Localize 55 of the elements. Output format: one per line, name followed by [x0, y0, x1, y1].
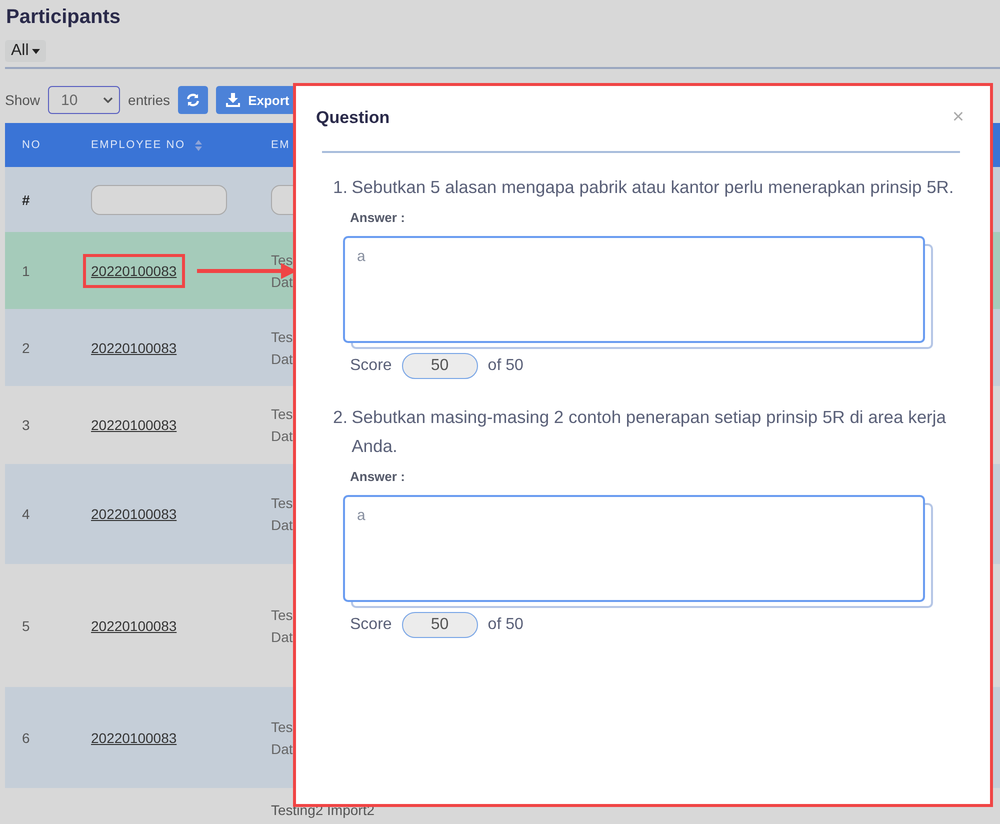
- score-max: of 50: [488, 357, 524, 375]
- answer-field[interactable]: a: [343, 495, 925, 602]
- table-cell-text: 3: [21, 417, 31, 433]
- chevron-icon: [103, 97, 114, 103]
- caret-icon: [32, 48, 40, 54]
- answer-field[interactable]: a: [343, 236, 925, 343]
- table-cell: Dat: [271, 628, 293, 644]
- table-cell: Tes: [271, 406, 293, 422]
- employee-link[interactable]: 20220100083: [83, 497, 185, 531]
- table-cell-text: 5: [21, 618, 31, 634]
- table-cell-text: 2: [21, 340, 31, 356]
- table-cell-text: 4: [21, 506, 31, 522]
- table-cell: Dat: [271, 740, 293, 756]
- column-header[interactable]: EMPLOYEE NO: [91, 139, 186, 151]
- column-header: EM: [271, 139, 290, 151]
- answer-label: Answer :: [350, 469, 406, 484]
- table-cell: Dat: [271, 428, 293, 444]
- table-cell-text: 1: [21, 262, 31, 278]
- question-text: Sebutkan 5 alasan mengapa pabrik atau kantor perlu menerapkan prinsip 5R.: [352, 176, 955, 199]
- table-cell: Dat: [271, 274, 293, 290]
- dialog-title: Question: [316, 108, 390, 128]
- table-cell: Tes: [271, 495, 293, 511]
- sort-icon: [195, 140, 202, 150]
- employee-link[interactable]: 20220100083: [83, 720, 185, 754]
- table-cell: Tes: [271, 328, 293, 344]
- refresh-button[interactable]: [178, 86, 208, 114]
- score-label: Score: [350, 616, 392, 634]
- filter-dropdown[interactable]: All: [5, 40, 46, 62]
- question-number: 2.: [333, 406, 348, 429]
- column-filter-field[interactable]: [91, 184, 227, 214]
- score-max: of 50: [488, 616, 524, 634]
- table-cell: Tes: [271, 718, 293, 734]
- question-number: 1.: [333, 176, 348, 199]
- score-label: Score: [350, 357, 392, 375]
- employee-link[interactable]: 20220100083: [83, 330, 185, 364]
- table-cell: Tes: [271, 252, 293, 268]
- page-title: Participants: [5, 5, 122, 30]
- entries-label: entries: [128, 92, 170, 108]
- employee-link[interactable]: 20220100083: [83, 408, 185, 442]
- show-label: Show: [5, 92, 40, 108]
- table-cell: Tes: [271, 606, 293, 622]
- table-cell: Dat: [271, 517, 293, 533]
- answer-label: Answer :: [350, 210, 406, 225]
- employee-link[interactable]: 20220100083: [83, 254, 185, 288]
- refresh-icon: [186, 93, 200, 107]
- table-cell-text: #: [21, 192, 31, 208]
- score-field[interactable]: 50: [402, 612, 478, 638]
- table-cell-text: 6: [21, 730, 31, 746]
- page-size-select[interactable]: 10: [48, 86, 120, 114]
- question-text: Sebutkan masing-masing 2 contoh penerapan setiap prinsip 5R di area kerja Anda.: [352, 406, 947, 458]
- table-cell: Dat: [271, 350, 293, 366]
- column-header: NO: [21, 139, 42, 151]
- score-field[interactable]: 50: [402, 353, 478, 379]
- download-icon: [226, 93, 240, 107]
- employee-link[interactable]: 20220100083: [83, 608, 185, 642]
